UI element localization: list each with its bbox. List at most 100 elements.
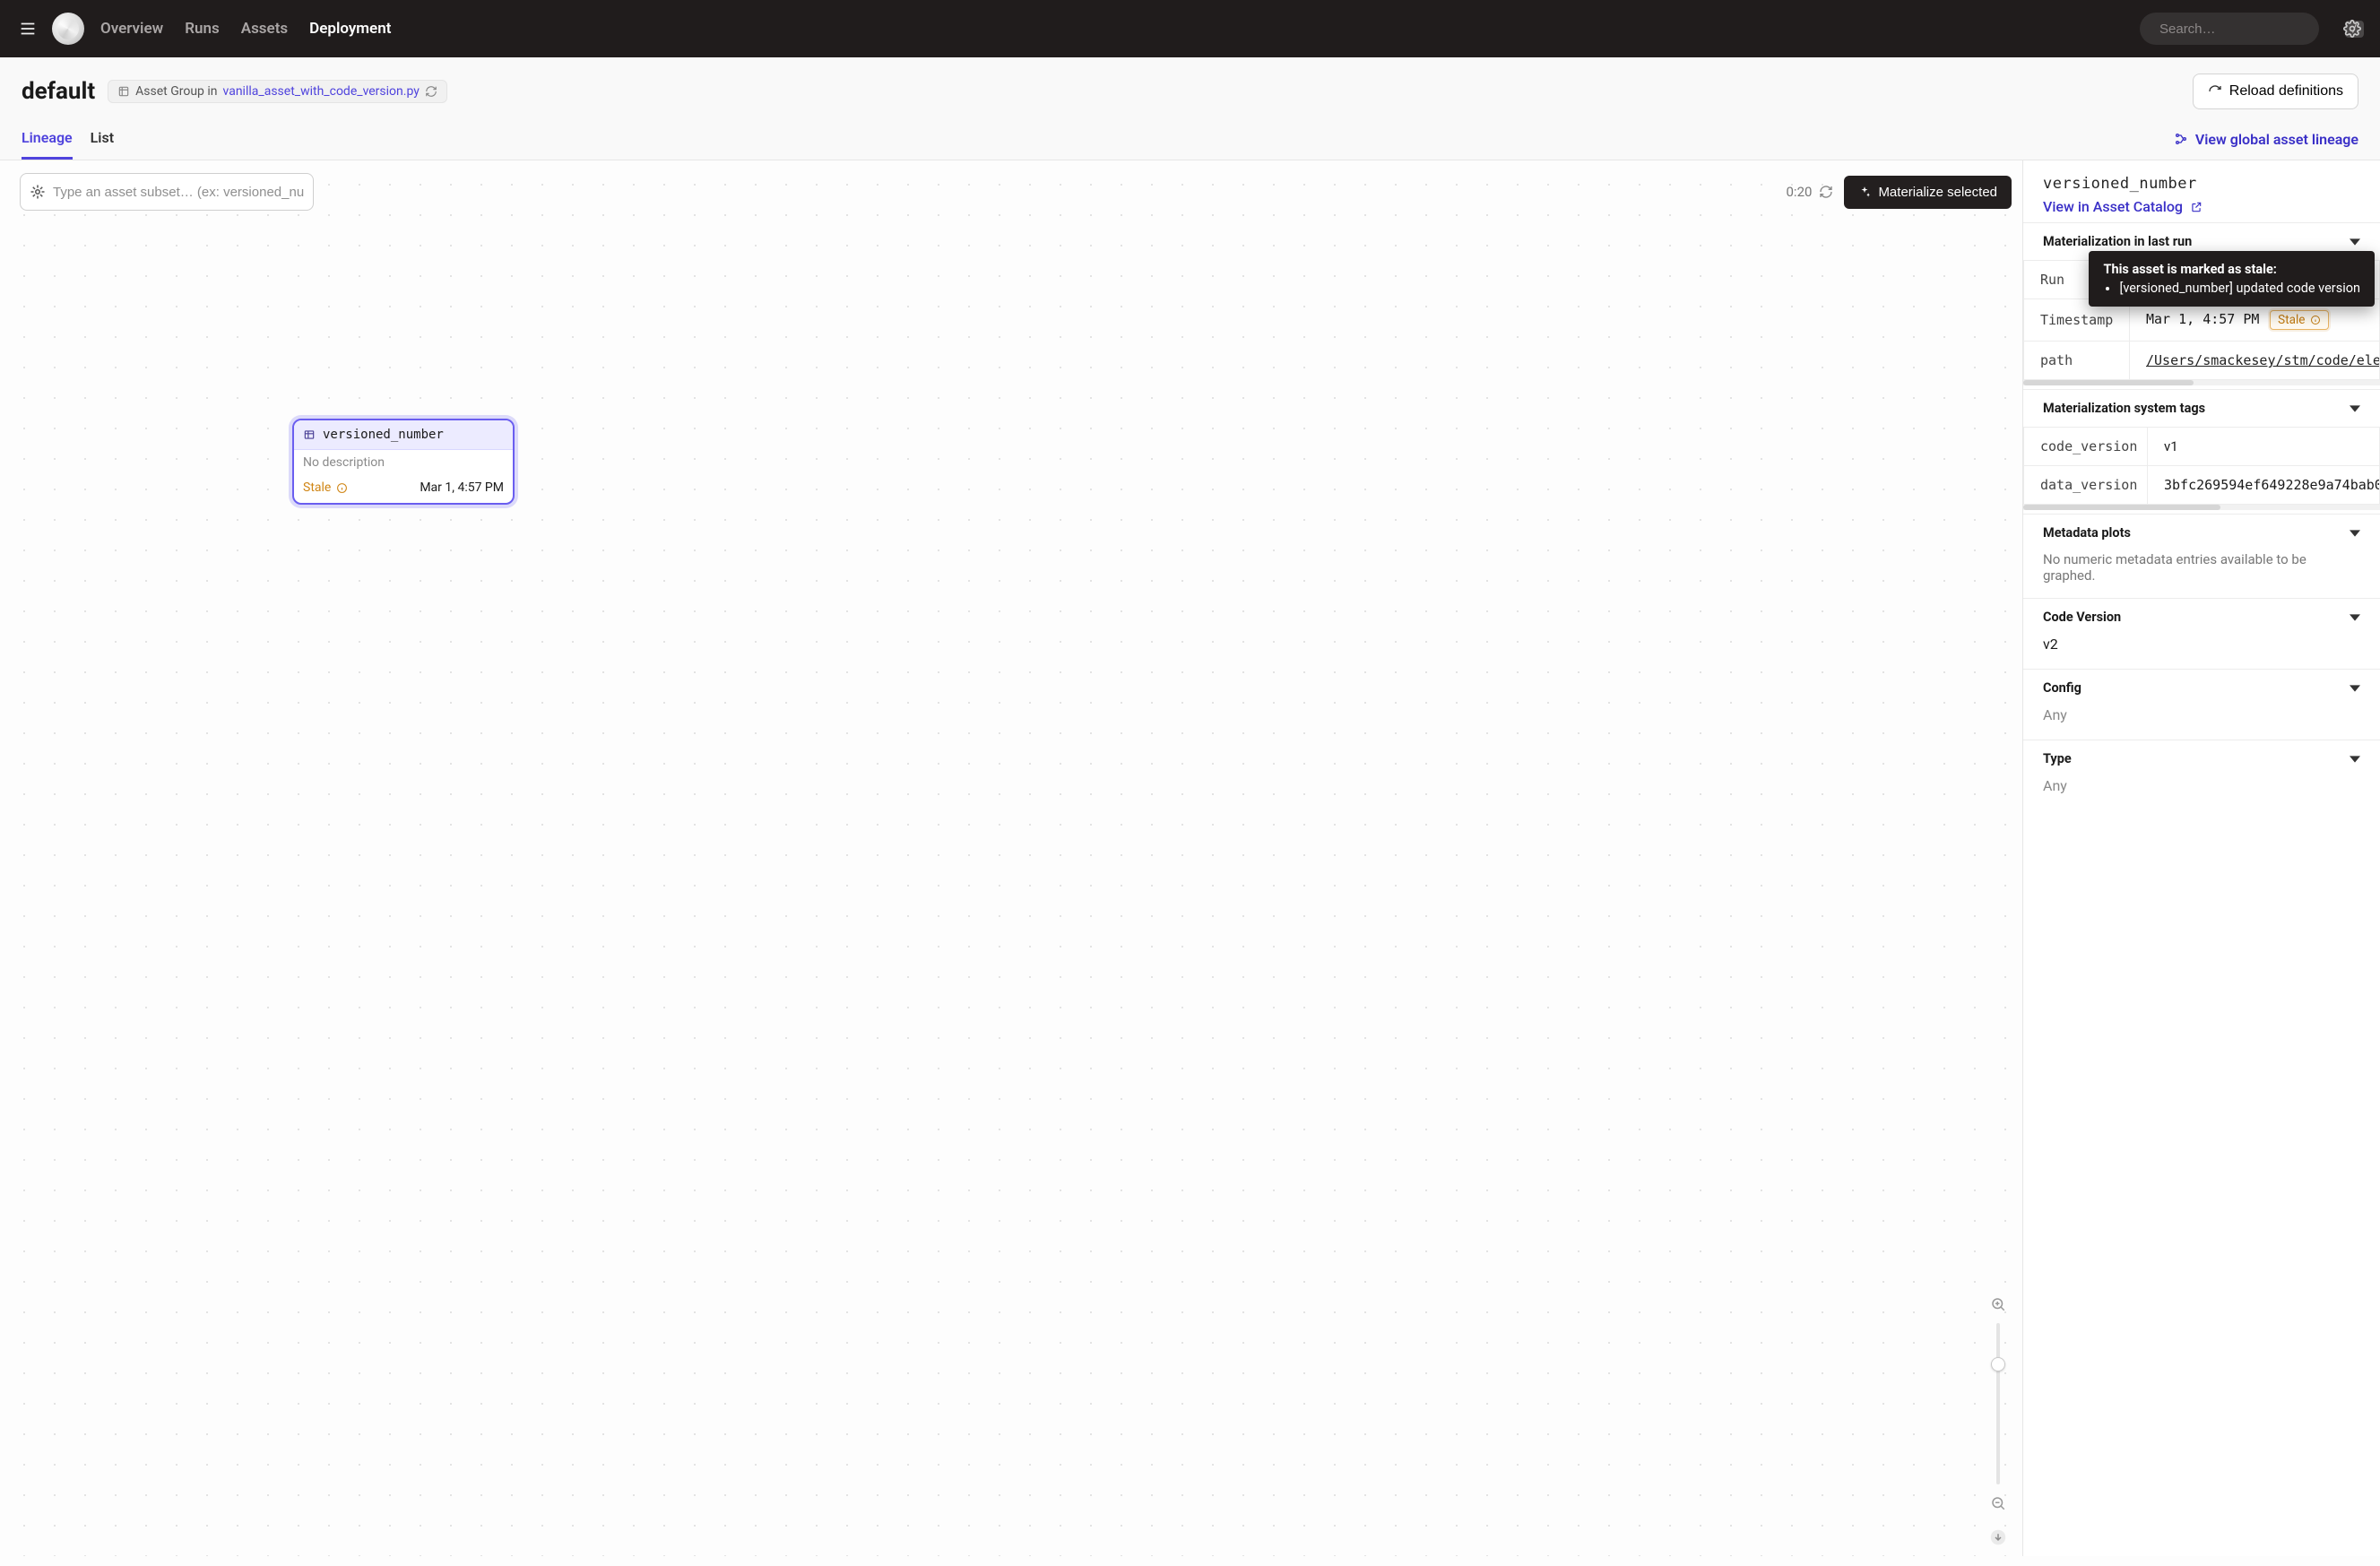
section-system-tags-title: Materialization system tags: [2043, 401, 2205, 416]
table-icon: [303, 428, 316, 441]
menu-icon[interactable]: [11, 12, 45, 46]
nav-deployment[interactable]: Deployment: [309, 20, 391, 38]
zoom-out-button[interactable]: [1986, 1492, 2010, 1515]
settings-icon[interactable]: [2335, 12, 2369, 46]
zoom-slider-thumb[interactable]: [1991, 1357, 2005, 1371]
timestamp-value: Mar 1, 4:57 PM: [2146, 311, 2259, 327]
hscroll[interactable]: [2023, 380, 2380, 385]
zoom-controls: [1985, 1293, 2012, 1549]
materialize-label: Materialize selected: [1878, 185, 1997, 200]
stale-tooltip-bullet: [versioned_number] updated code version: [2119, 281, 2360, 296]
section-metadata-plots-head[interactable]: Metadata plots: [2023, 515, 2380, 551]
download-button[interactable]: [1986, 1526, 2010, 1549]
asset-node-name: versioned_number: [323, 428, 444, 442]
breadcrumb: Asset Group in vanilla_asset_with_code_v…: [108, 80, 447, 103]
system-tags-table: code_version v1 data_version 3bfc269594e…: [2023, 427, 2380, 505]
hscroll[interactable]: [2023, 505, 2380, 510]
nav-assets[interactable]: Assets: [241, 20, 288, 38]
info-icon: [336, 482, 348, 494]
refresh-timer: 0:20: [1787, 184, 1834, 200]
chevron-down-icon: [2350, 612, 2360, 623]
view-global-lineage-label: View global asset lineage: [2195, 131, 2358, 148]
section-config-head[interactable]: Config: [2023, 670, 2380, 706]
breadcrumb-link[interactable]: vanilla_asset_with_code_version.py: [223, 84, 420, 99]
asset-node-foot: Stale Mar 1, 4:57 PM: [294, 475, 513, 503]
tab-lineage[interactable]: Lineage: [22, 129, 73, 160]
top-nav: Overview Runs Assets Deployment /: [0, 0, 2380, 57]
graph-icon: [2174, 132, 2188, 146]
subset-input-wrap[interactable]: [20, 173, 314, 211]
subset-input[interactable]: [53, 185, 304, 200]
main: 0:20 Materialize selected versioned_numb…: [0, 160, 2380, 1556]
refresh-small-icon[interactable]: [1819, 185, 1833, 199]
nav-overview[interactable]: Overview: [100, 20, 163, 38]
path-label: path: [2024, 342, 2130, 380]
section-code-version: Code Version v2: [2023, 598, 2380, 669]
reload-definitions-label: Reload definitions: [2229, 83, 2343, 99]
section-system-tags-head[interactable]: Materialization system tags: [2023, 390, 2380, 427]
section-type-title: Type: [2043, 751, 2072, 766]
table-row: data_version 3bfc269594ef649228e9a74bab0…: [2024, 466, 2380, 505]
section-code-version-head[interactable]: Code Version: [2023, 599, 2380, 636]
reload-definitions-button[interactable]: Reload definitions: [2193, 74, 2358, 109]
section-config: Config Any: [2023, 669, 2380, 740]
code-version-label: code_version: [2024, 428, 2148, 466]
section-system-tags: Materialization system tags code_version…: [2023, 389, 2380, 514]
section-config-title: Config: [2043, 680, 2081, 696]
breadcrumb-prefix: Asset Group in: [135, 84, 217, 99]
section-metadata-plots: Metadata plots No numeric metadata entri…: [2023, 514, 2380, 598]
view-global-lineage-link[interactable]: View global asset lineage: [2174, 131, 2358, 159]
data-version-value: 3bfc269594ef649228e9a74bab00f0: [2164, 477, 2380, 493]
canvas-toolbar: 0:20 Materialize selected: [20, 173, 2012, 211]
code-version-current: v2: [2023, 636, 2380, 669]
details-sidebar: versioned_number View in Asset Catalog M…: [2023, 160, 2380, 1556]
data-version-label: data_version: [2024, 466, 2148, 505]
stale-badge[interactable]: Stale: [2270, 310, 2329, 330]
nav-links: Overview Runs Assets Deployment: [100, 20, 391, 38]
asset-node-head: versioned_number: [294, 420, 513, 450]
filter-icon: [30, 184, 46, 200]
view-in-catalog-label: View in Asset Catalog: [2043, 198, 2183, 215]
page-header: default Asset Group in vanilla_asset_wit…: [0, 57, 2380, 160]
section-metadata-plots-title: Metadata plots: [2043, 525, 2131, 541]
sparkle-icon: [1858, 186, 1871, 198]
sidebar-asset-name: versioned_number: [2043, 175, 2360, 193]
stale-tooltip-title: This asset is marked as stale:: [2103, 262, 2360, 277]
asset-node[interactable]: versioned_number No description Stale Ma…: [292, 419, 515, 505]
materialize-button[interactable]: Materialize selected: [1844, 176, 2012, 209]
zoom-in-button[interactable]: [1986, 1293, 2010, 1316]
view-in-catalog-link[interactable]: View in Asset Catalog: [2043, 198, 2360, 215]
asset-node-stale: Stale: [303, 480, 348, 495]
reload-icon: [2208, 84, 2222, 99]
external-link-icon: [2190, 201, 2203, 213]
chevron-down-icon: [2350, 237, 2360, 247]
asset-node-stale-label: Stale: [303, 480, 331, 495]
tabs: Lineage List: [22, 129, 114, 160]
lineage-canvas[interactable]: 0:20 Materialize selected versioned_numb…: [0, 160, 2023, 1556]
info-icon: [2310, 315, 2321, 325]
stale-badge-label: Stale: [2278, 313, 2305, 327]
table-row: code_version v1: [2024, 428, 2380, 466]
table-row: path /Users/smackesey/stm/code/element: [2024, 342, 2380, 380]
section-type: Type Any: [2023, 740, 2380, 810]
chevron-down-icon: [2350, 683, 2360, 694]
nav-runs[interactable]: Runs: [185, 20, 220, 38]
repo-icon: [117, 85, 130, 98]
chevron-down-icon: [2350, 754, 2360, 765]
asset-node-desc: No description: [294, 450, 513, 475]
zoom-slider-track[interactable]: [1996, 1323, 2000, 1484]
refresh-timer-value: 0:20: [1787, 184, 1813, 200]
search-box[interactable]: /: [2140, 13, 2319, 45]
search-input[interactable]: [2159, 22, 2338, 37]
path-value[interactable]: /Users/smackesey/stm/code/element: [2146, 352, 2380, 368]
refresh-icon[interactable]: [425, 85, 437, 98]
section-code-version-title: Code Version: [2043, 610, 2121, 625]
tab-list[interactable]: List: [91, 129, 114, 160]
section-last-run-title: Materialization in last run: [2043, 234, 2192, 249]
logo[interactable]: [52, 13, 84, 45]
asset-node-timestamp: Mar 1, 4:57 PM: [420, 480, 504, 495]
section-type-head[interactable]: Type: [2023, 740, 2380, 777]
stale-tooltip: This asset is marked as stale: [versione…: [2089, 251, 2375, 307]
page-title: default: [22, 78, 95, 105]
metadata-plots-note: No numeric metadata entries available to…: [2023, 551, 2380, 598]
